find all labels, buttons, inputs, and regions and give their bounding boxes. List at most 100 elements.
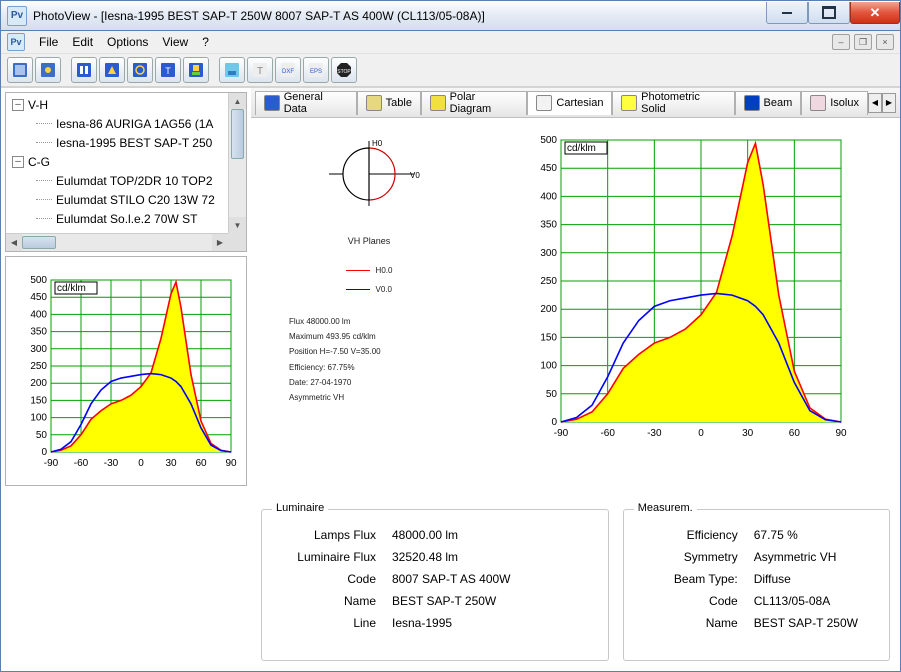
tool-button-2[interactable] — [35, 57, 61, 83]
svg-text:cd/klm: cd/klm — [567, 143, 596, 154]
svg-text:90: 90 — [225, 458, 237, 469]
tree-item[interactable]: Eulumdat STILO C20 13W 72 — [8, 190, 244, 209]
tree-item[interactable]: Iesna-86 AURIGA 1AG56 (1A — [8, 114, 244, 133]
tool-button-3[interactable] — [71, 57, 97, 83]
tool-button-4[interactable] — [99, 57, 125, 83]
tree-group[interactable]: –V-H — [8, 95, 244, 114]
doc-restore-button[interactable]: ❐ — [854, 34, 872, 50]
tab-photometric-solid[interactable]: Photometric Solid — [612, 91, 734, 115]
maximize-button[interactable] — [808, 2, 850, 24]
svg-text:450: 450 — [540, 163, 557, 174]
tree-group[interactable]: –C-G — [8, 152, 244, 171]
info-row: Luminaire Flux32520.48 lm — [274, 546, 596, 568]
tab-isolux[interactable]: Isolux — [801, 91, 868, 115]
menu-view[interactable]: View — [162, 35, 188, 49]
svg-text:30: 30 — [165, 458, 177, 469]
svg-text:350: 350 — [540, 220, 557, 231]
tree-item[interactable]: Eulumdat TOP/2DR 10 TOP2 — [8, 171, 244, 190]
tree-group-label: C-G — [28, 155, 50, 169]
minimize-button[interactable] — [766, 2, 808, 24]
doc-icon: Pv — [7, 33, 25, 51]
tab-scroll-left[interactable]: ◀ — [868, 93, 882, 113]
tab-label: Polar Diagram — [450, 91, 519, 115]
tab-scroll-right[interactable]: ▶ — [882, 93, 896, 113]
tab-icon — [264, 95, 280, 111]
svg-text:450: 450 — [30, 292, 47, 303]
menu-file[interactable]: File — [39, 35, 58, 49]
svg-text:100: 100 — [30, 413, 47, 424]
tab-general-data[interactable]: General Data — [255, 91, 357, 115]
svg-text:-90: -90 — [553, 428, 568, 439]
svg-text:150: 150 — [30, 395, 47, 406]
tool-button-5[interactable] — [127, 57, 153, 83]
tab-bar: General Data Table Polar Diagram Cartesian P… — [251, 88, 900, 118]
tab-polar-diagram[interactable]: Polar Diagram — [421, 91, 527, 115]
svg-text:STOP: STOP — [337, 69, 351, 75]
svg-text:60: 60 — [195, 458, 207, 469]
tool-button-1[interactable] — [7, 57, 33, 83]
tree-expand-icon[interactable]: – — [12, 99, 24, 111]
tool-button-t[interactable]: T — [247, 57, 273, 83]
tab-label: General Data — [284, 91, 348, 115]
tab-table[interactable]: Table — [357, 91, 421, 115]
tab-label: Photometric Solid — [641, 91, 725, 115]
tool-button-7[interactable] — [183, 57, 209, 83]
chart-info: Flux 48000.00 lmMaximum 493.95 cd/klmPos… — [259, 314, 381, 405]
svg-text:400: 400 — [30, 309, 47, 320]
tree-item[interactable]: Eulumdat So.l.e.2 70W ST — [8, 209, 244, 228]
svg-text:T: T — [257, 66, 263, 77]
window-title: PhotoView - [Iesna-1995 BEST SAP-T 250W … — [33, 9, 766, 23]
svg-text:30: 30 — [742, 428, 754, 439]
tab-label: Table — [386, 97, 412, 109]
tab-icon — [621, 95, 637, 111]
info-row: Efficiency67.75 % — [636, 524, 877, 546]
tool-button-eps[interactable]: EPS — [303, 57, 329, 83]
cartesian-chart: -90-60-300306090050100150200250300350400… — [521, 126, 851, 446]
info-row: Lamps Flux48000.00 lm — [274, 524, 596, 546]
tree-vscrollbar[interactable]: ▲▼ — [228, 93, 246, 233]
doc-minimize-button[interactable]: – — [832, 34, 850, 50]
tab-label: Beam — [764, 97, 793, 109]
info-row: NameBEST SAP-T 250W — [274, 590, 596, 612]
svg-text:400: 400 — [540, 191, 557, 202]
tab-icon — [366, 95, 382, 111]
tab-beam[interactable]: Beam — [735, 91, 802, 115]
tree-group-label: V-H — [28, 98, 48, 112]
tree-hscrollbar[interactable]: ◀▶ — [6, 233, 228, 251]
tab-label: Isolux — [830, 97, 859, 109]
tree-item[interactable]: Iesna-1995 BEST SAP-T 250 — [8, 133, 244, 152]
tab-icon — [810, 95, 826, 111]
tool-button-dxf[interactable]: DXF — [275, 57, 301, 83]
tab-cartesian[interactable]: Cartesian — [527, 91, 612, 115]
menu-edit[interactable]: Edit — [72, 35, 93, 49]
svg-text:100: 100 — [540, 361, 557, 372]
svg-text:-30: -30 — [647, 428, 662, 439]
luminaire-group: Luminaire Lamps Flux48000.00 lmLuminaire… — [261, 509, 609, 661]
tool-button-stop[interactable]: STOP — [331, 57, 357, 83]
doc-close-button[interactable]: × — [876, 34, 894, 50]
info-row: SymmetryAsymmetric VH — [636, 546, 877, 568]
svg-text:350: 350 — [30, 327, 47, 338]
legend-item: H0.0 — [346, 266, 393, 275]
svg-text:0: 0 — [698, 428, 704, 439]
info-row: Code8007 SAP-T AS 400W — [274, 568, 596, 590]
tree-expand-icon[interactable]: – — [12, 156, 24, 168]
svg-text:500: 500 — [540, 135, 557, 146]
info-row: NameBEST SAP-T 250W — [636, 612, 877, 634]
svg-text:200: 200 — [540, 304, 557, 315]
svg-text:-90: -90 — [44, 458, 59, 469]
file-tree[interactable]: –V-HIesna-86 AURIGA 1AG56 (1AIesna-1995 … — [5, 92, 247, 252]
legend-item: V0.0 — [346, 285, 393, 294]
window-titlebar: Pv PhotoView - [Iesna-1995 BEST SAP-T 25… — [0, 0, 901, 30]
svg-text:50: 50 — [545, 389, 557, 400]
info-row: CodeCL113/05-08A — [636, 590, 877, 612]
menu-help[interactable]: ? — [202, 35, 209, 49]
svg-text:0: 0 — [41, 447, 47, 458]
info-row: Beam Type:Diffuse — [636, 568, 877, 590]
close-button[interactable]: ✕ — [850, 2, 900, 24]
tool-button-6[interactable]: T — [155, 57, 181, 83]
menu-options[interactable]: Options — [107, 35, 148, 49]
svg-text:-30: -30 — [104, 458, 119, 469]
svg-text:-60: -60 — [74, 458, 89, 469]
tool-button-8[interactable] — [219, 57, 245, 83]
